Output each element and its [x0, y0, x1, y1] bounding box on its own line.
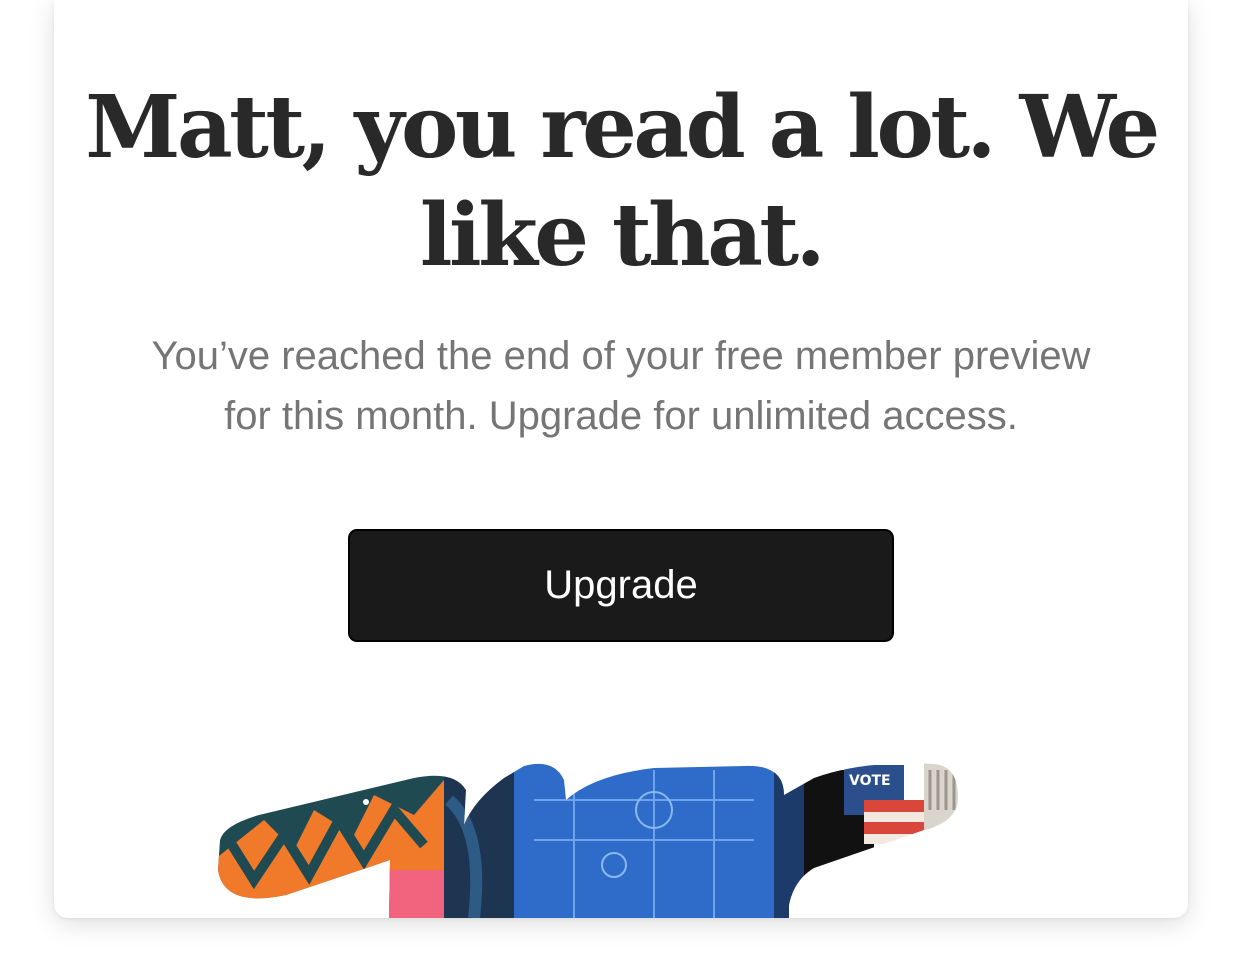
vote-sign-text: VOTE [849, 773, 891, 789]
paywall-card: Matt, you read a lot. We like that. You’… [54, 0, 1188, 918]
headline-line-2: like that. [419, 185, 826, 286]
subtitle-line-1: You’ve reached the end of your free memb… [151, 334, 1091, 378]
collage-illustration: VOTE [218, 763, 959, 918]
subtitle-line-2: for this month. Upgrade for unlimited ac… [224, 394, 1018, 438]
paywall-subtitle: You’ve reached the end of your free memb… [104, 326, 1138, 446]
paywall-headline: Matt, you read a lot. We like that. [54, 74, 1188, 290]
headline-line-1: Matt, you read a lot. We [85, 77, 1160, 178]
upgrade-button[interactable]: Upgrade [348, 529, 894, 642]
collage-segments: VOTE [218, 763, 959, 918]
